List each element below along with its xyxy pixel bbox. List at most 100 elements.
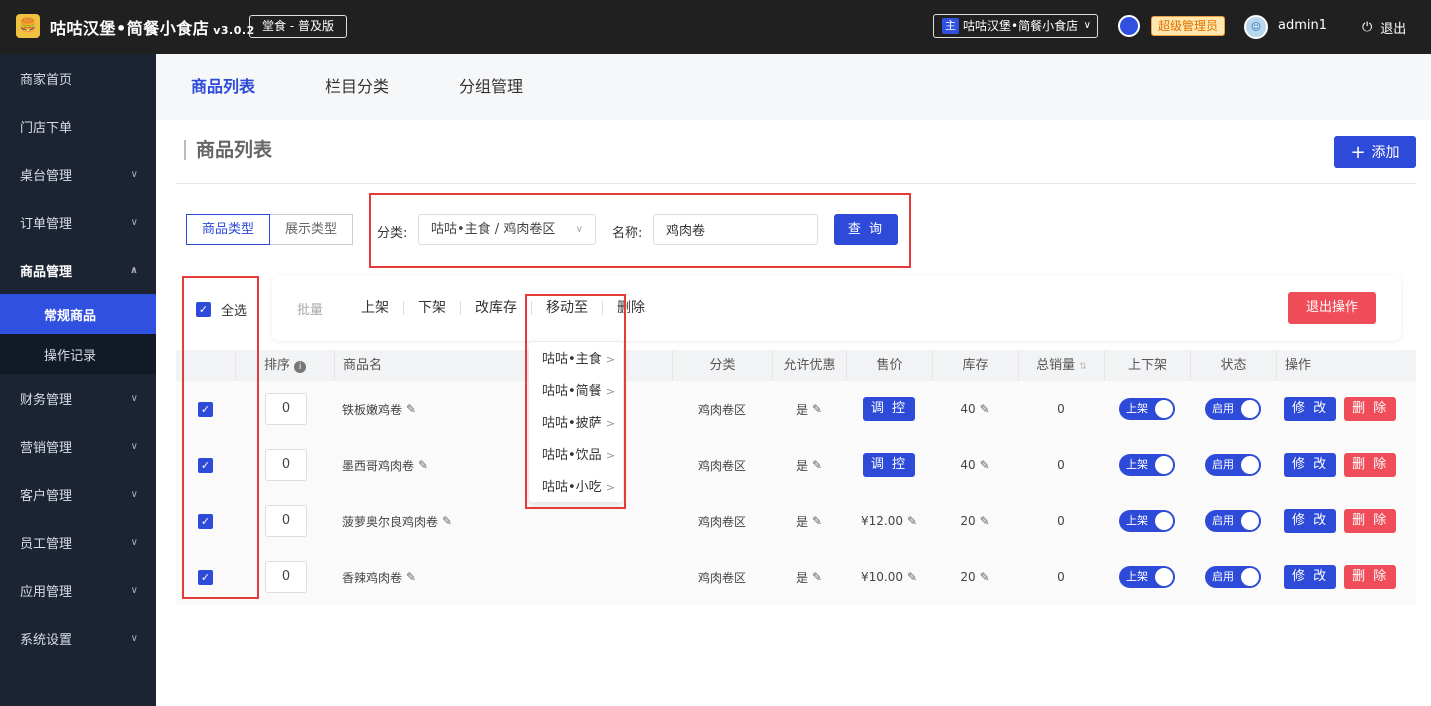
table-header: 排序 i 商品名 分类 允许优惠 售价 库存 总销量 ⇅ 上下架 状态 操作	[176, 350, 1416, 381]
edit-icon[interactable]: ✎	[418, 458, 428, 472]
tab-group-manage[interactable]: 分组管理	[424, 54, 558, 120]
edit-icon[interactable]: ✎	[812, 458, 822, 472]
chevron-down-icon: ∨	[130, 168, 138, 180]
exit-operation-button[interactable]: 退出操作	[1288, 292, 1376, 324]
header-sales[interactable]: 总销量 ⇅	[1018, 350, 1104, 381]
sidebar-item-staff[interactable]: 员工管理 ∨	[0, 518, 156, 566]
sidebar-item-marketing[interactable]: 营销管理 ∨	[0, 422, 156, 470]
batch-change-stock[interactable]: 改库存	[461, 301, 533, 315]
divider	[176, 183, 1416, 184]
edit-icon[interactable]: ✎	[812, 402, 822, 416]
avatar[interactable]: ☺	[1244, 15, 1268, 39]
tab-column-category[interactable]: 栏目分类	[290, 54, 424, 120]
username[interactable]: admin1	[1278, 18, 1327, 33]
edit-icon[interactable]: ✎	[442, 514, 452, 528]
sort-input[interactable]: 0	[265, 393, 307, 425]
edit-button[interactable]: 修 改	[1284, 509, 1337, 533]
sidebar-item-home[interactable]: 商家首页	[0, 54, 156, 102]
sidebar-item-settings[interactable]: 系统设置 ∨	[0, 614, 156, 662]
edit-icon[interactable]: ✎	[812, 514, 822, 528]
sales-value: 0	[1057, 514, 1065, 528]
edit-icon[interactable]: ✎	[980, 458, 990, 472]
stock-value: 20	[960, 570, 976, 584]
delete-button[interactable]: 删 除	[1344, 453, 1397, 477]
delete-button[interactable]: 删 除	[1344, 565, 1397, 589]
logout-button[interactable]: ⏻ 退出	[1362, 18, 1406, 37]
toggle-label: 启用	[1212, 458, 1234, 471]
edit-button[interactable]: 修 改	[1284, 453, 1337, 477]
shelf-toggle[interactable]: 上架	[1119, 454, 1175, 476]
header-actions: 操作	[1276, 350, 1311, 381]
store-select[interactable]: 主 咕咕汉堡•简餐小食店 ∨	[933, 14, 1098, 38]
sidebar-sub-operation-log[interactable]: 操作记录	[0, 334, 156, 374]
edit-icon[interactable]: ✎	[980, 514, 990, 528]
tab-bar: 商品列表 栏目分类 分组管理	[156, 54, 1431, 120]
sidebar-sub-regular-products[interactable]: 常规商品	[0, 294, 156, 334]
edit-icon[interactable]: ✎	[980, 402, 990, 416]
toggle-knob	[1241, 568, 1259, 586]
header-sales-label: 总销量	[1036, 358, 1076, 373]
table-row: ✓ 0 香辣鸡肉卷 ✎ 鸡肉卷区 是 ✎ ¥10.00 ✎ 20 ✎ 0 上架 启用 修…	[176, 549, 1416, 605]
edit-button[interactable]: 修 改	[1284, 397, 1337, 421]
sort-input[interactable]: 0	[265, 561, 307, 593]
header-stock: 库存	[932, 350, 1018, 381]
batch-bar: 批量 上架 下架 改库存 移动至 删除 退出操作	[272, 275, 1401, 341]
header-sort: 排序 i	[264, 350, 307, 381]
delete-button[interactable]: 删 除	[1344, 509, 1397, 533]
tab-product-type[interactable]: 商品类型	[186, 214, 271, 245]
delete-button[interactable]: 删 除	[1344, 397, 1397, 421]
shelf-toggle[interactable]: 上架	[1119, 510, 1175, 532]
batch-on-shelf[interactable]: 上架	[347, 301, 405, 315]
tab-product-list[interactable]: 商品列表	[156, 54, 290, 120]
state-toggle[interactable]: 启用	[1205, 454, 1261, 476]
price-control-button[interactable]: 调 控	[862, 397, 916, 421]
edition-badge: 堂食 - 普及版	[249, 15, 347, 38]
sidebar-item-orders[interactable]: 订单管理 ∨	[0, 198, 156, 246]
edit-icon[interactable]: ✎	[406, 570, 416, 584]
sidebar-item-products[interactable]: 商品管理 ∧	[0, 246, 156, 294]
shelf-toggle[interactable]: 上架	[1119, 398, 1175, 420]
sort-input[interactable]: 0	[265, 505, 307, 537]
edit-icon[interactable]: ✎	[812, 570, 822, 584]
state-toggle[interactable]: 启用	[1205, 566, 1261, 588]
edit-button[interactable]: 修 改	[1284, 565, 1337, 589]
highlight-box-move-to	[525, 294, 626, 509]
sidebar-item-apps[interactable]: 应用管理 ∨	[0, 566, 156, 614]
app-name: 咕咕汉堡•简餐小食店 v3.0.2	[50, 15, 255, 39]
edit-icon[interactable]: ✎	[907, 514, 917, 528]
edit-icon[interactable]: ✎	[980, 570, 990, 584]
sidebar-item-customers[interactable]: 客户管理 ∨	[0, 470, 156, 518]
discount-value: 是	[795, 514, 808, 529]
sort-icon: ⇅	[1079, 362, 1087, 372]
toggle-label: 启用	[1212, 570, 1234, 583]
toggle-label: 启用	[1212, 402, 1234, 415]
state-toggle[interactable]: 启用	[1205, 398, 1261, 420]
shelf-toggle[interactable]: 上架	[1119, 566, 1175, 588]
sidebar-item-label: 系统设置	[20, 632, 73, 648]
batch-off-shelf[interactable]: 下架	[404, 301, 462, 315]
product-name: 菠萝奥尔良鸡肉卷	[342, 514, 439, 529]
edit-icon[interactable]: ✎	[907, 570, 917, 584]
sort-input[interactable]: 0	[265, 449, 307, 481]
sidebar-item-table[interactable]: 桌台管理 ∨	[0, 150, 156, 198]
sales-value: 0	[1057, 402, 1065, 416]
toggle-knob	[1155, 456, 1173, 474]
sidebar-item-store-order[interactable]: 门店下单	[0, 102, 156, 150]
tab-display-type[interactable]: 展示类型	[270, 214, 354, 245]
sidebar-item-label: 操作记录	[44, 348, 97, 364]
sidebar-item-label: 订单管理	[20, 216, 73, 232]
main-content: 商品列表 栏目分类 分组管理 商品列表 + 添加 商品类型 展示类型 分类: 咕咕…	[156, 54, 1431, 706]
status-dot-icon[interactable]	[1118, 15, 1140, 37]
add-button[interactable]: + 添加	[1334, 136, 1416, 168]
state-toggle[interactable]: 启用	[1205, 510, 1261, 532]
toggle-knob	[1155, 568, 1173, 586]
sidebar-item-label: 应用管理	[20, 584, 73, 600]
sidebar-item-finance[interactable]: 财务管理 ∨	[0, 374, 156, 422]
header-price: 售价	[846, 350, 932, 381]
header-category: 分类	[672, 350, 772, 381]
product-category: 鸡肉卷区	[697, 514, 746, 529]
price-value: ¥10.00	[860, 570, 903, 584]
toggle-knob	[1241, 456, 1259, 474]
price-control-button[interactable]: 调 控	[862, 453, 916, 477]
edit-icon[interactable]: ✎	[406, 402, 416, 416]
